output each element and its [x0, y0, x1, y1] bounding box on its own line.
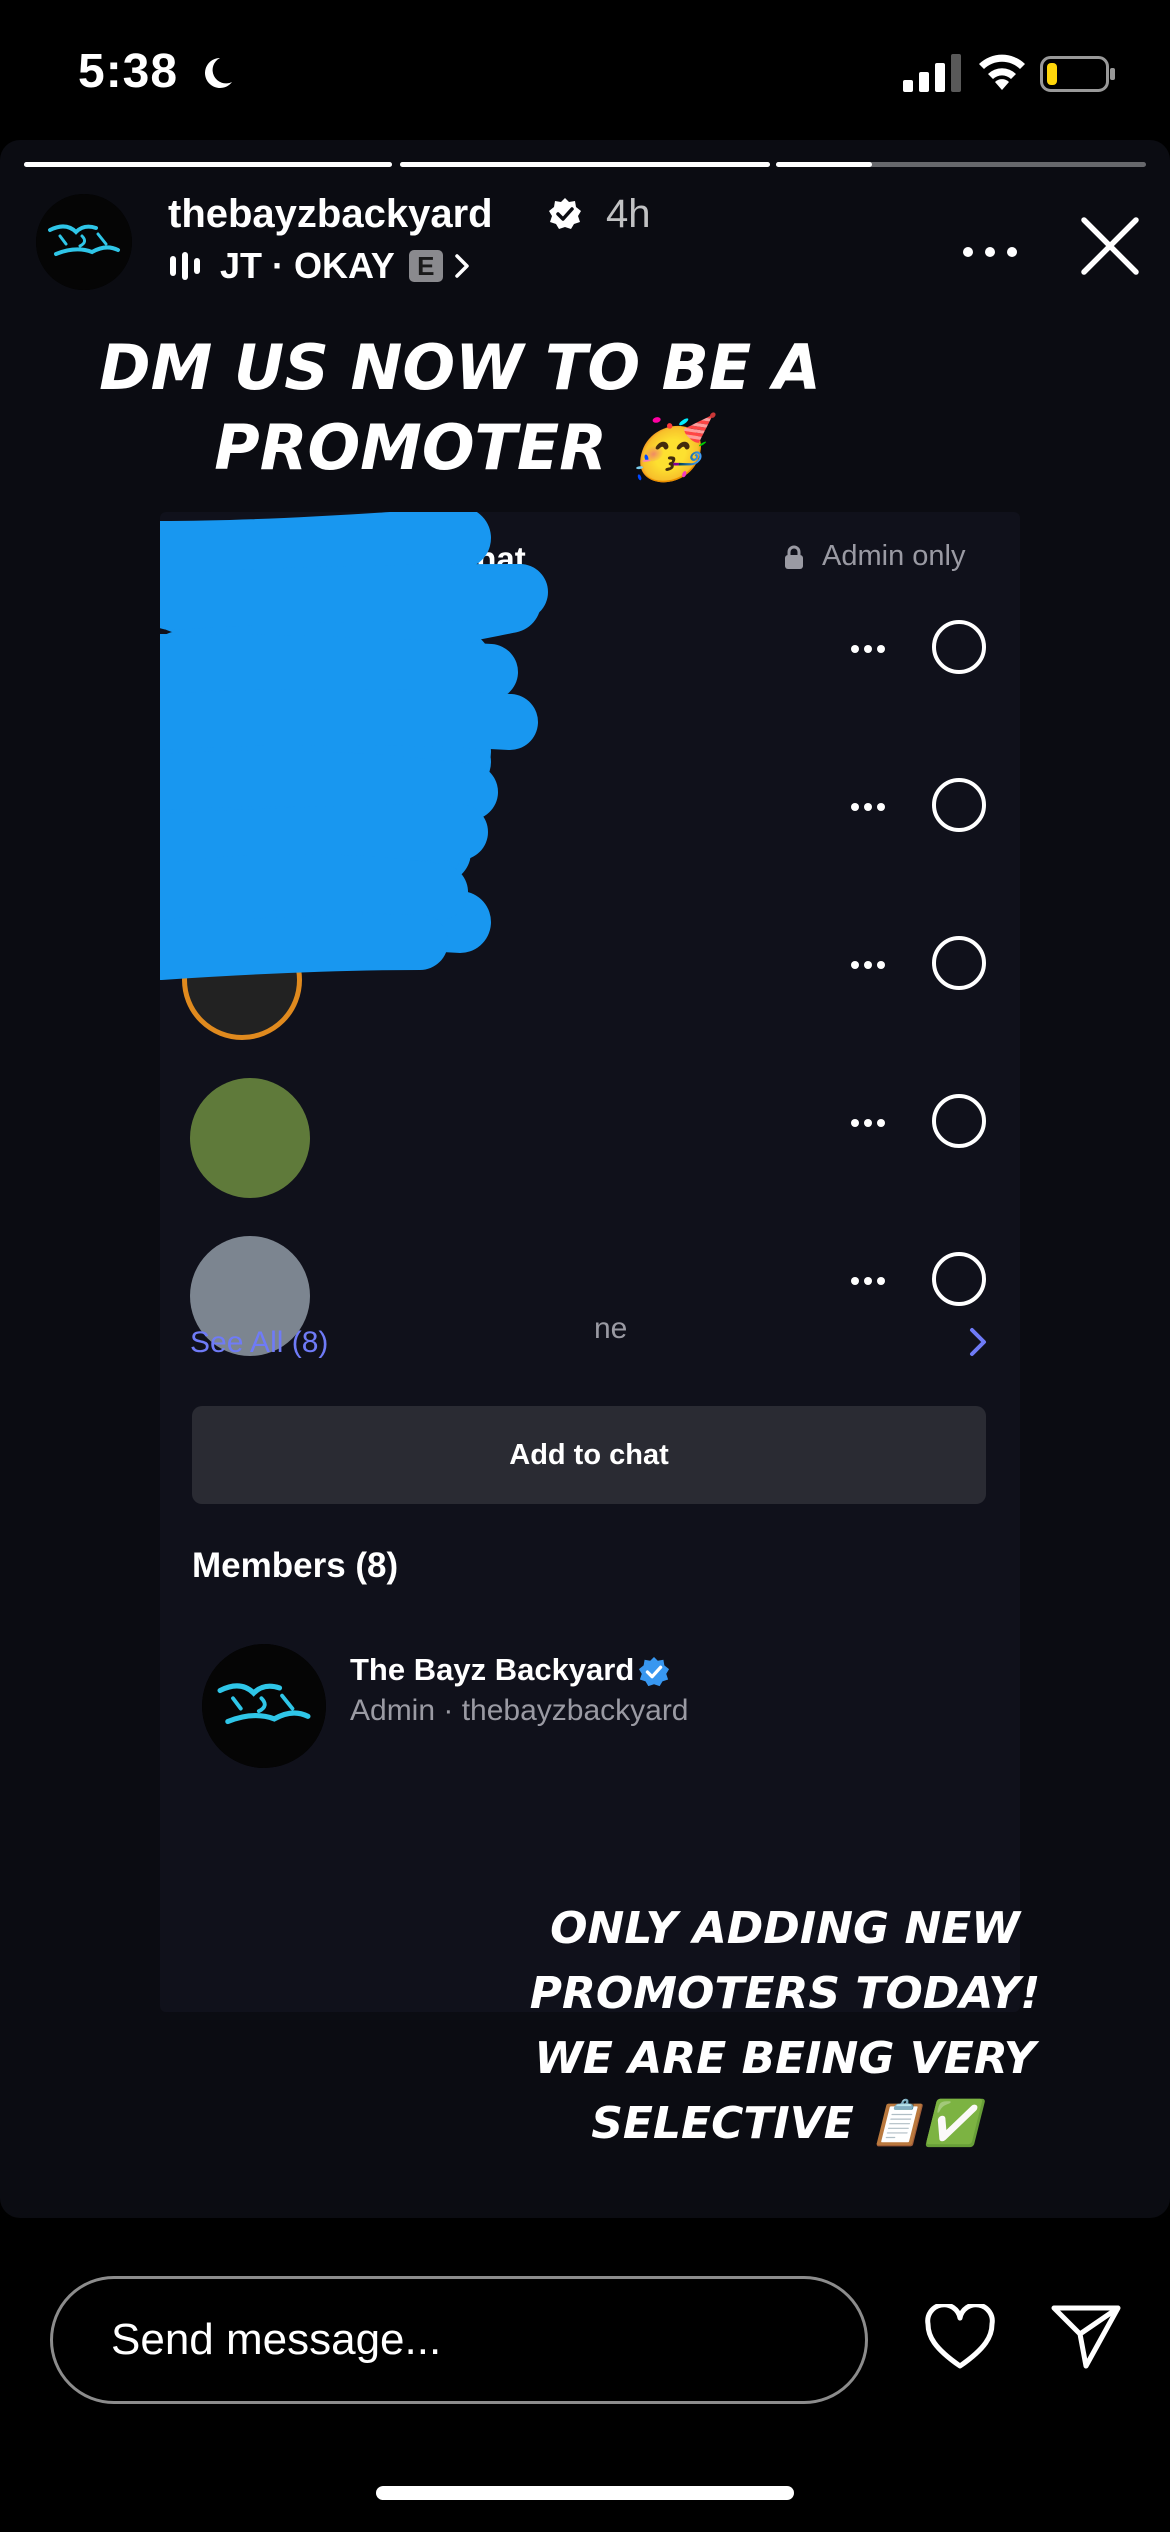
story-progress-segment	[24, 162, 392, 167]
music-artist: JT	[220, 245, 263, 286]
request-row[interactable]	[160, 584, 1020, 724]
members-title: Members (8)	[192, 1546, 399, 1585]
chevron-right-icon	[454, 254, 469, 278]
chevron-right-icon[interactable]	[968, 1326, 988, 1358]
more-options-button[interactable]	[962, 240, 1018, 264]
story-username[interactable]: thebayzbackyard	[168, 192, 493, 237]
close-icon[interactable]	[1078, 214, 1142, 278]
music-separator: ·	[272, 245, 285, 286]
chat-requests-screenshot: Requests to join chat Admin only ne See …	[160, 512, 1020, 2012]
verified-badge-icon	[549, 198, 581, 229]
select-radio[interactable]	[932, 936, 986, 990]
row-more-icon[interactable]	[850, 802, 886, 812]
battery-icon	[1040, 56, 1115, 92]
story-time-ago: 4h	[606, 192, 651, 236]
moon-icon	[205, 58, 232, 88]
request-row[interactable]	[160, 900, 1020, 1040]
select-radio[interactable]	[932, 1094, 986, 1148]
request-row[interactable]	[160, 1058, 1020, 1198]
bayz-backyard-logo	[202, 1644, 326, 1768]
row-more-icon[interactable]	[850, 1118, 886, 1128]
see-all-link[interactable]: See All (8)	[190, 1326, 328, 1360]
admin-only-label: Admin only	[822, 540, 966, 572]
story-progress-segment	[400, 162, 770, 167]
select-radio[interactable]	[932, 1252, 986, 1306]
verified-badge-icon	[638, 1656, 670, 1687]
request-subtitle-fragment: ne	[594, 1312, 628, 1345]
request-row[interactable]	[160, 742, 1020, 882]
progress-fill	[776, 162, 873, 167]
wifi-icon	[979, 54, 1025, 90]
progress-fill	[400, 162, 770, 167]
select-radio[interactable]	[932, 778, 986, 832]
bayz-backyard-logo	[36, 194, 132, 290]
member-subtitle: Admin · thebayzbackyard	[350, 1694, 689, 1727]
admin-only-indicator: Admin only	[784, 540, 965, 573]
row-more-icon[interactable]	[850, 644, 886, 654]
request-avatar	[190, 762, 310, 882]
requests-title: Requests to join chat	[192, 540, 526, 577]
story-author-avatar[interactable]	[36, 194, 132, 290]
audio-bars-icon	[170, 252, 200, 280]
member-avatar[interactable]	[202, 1644, 326, 1768]
cellular-signal-icon	[903, 54, 961, 92]
home-indicator[interactable]	[376, 2486, 794, 2500]
story-headline-top: DM US NOW TO BE A PROMOTER 🥳	[99, 331, 821, 484]
status-time: 5:38	[78, 45, 179, 98]
request-avatar	[190, 1078, 310, 1198]
request-avatar	[190, 604, 310, 724]
story-progress-segment	[776, 162, 1146, 167]
row-more-icon[interactable]	[850, 960, 886, 970]
request-row[interactable]: ne	[160, 1216, 1020, 1356]
story-viewer[interactable]: thebayzbackyard 4h JT · OKAY E DM US NOW…	[0, 140, 1170, 2218]
select-radio[interactable]	[932, 620, 986, 674]
progress-fill	[24, 162, 392, 167]
send-message-input[interactable]	[50, 2276, 868, 2404]
music-title: OKAY	[294, 245, 395, 286]
member-name[interactable]: The Bayz Backyard	[350, 1652, 634, 1688]
story-music-attribution[interactable]: JT · OKAY E	[170, 245, 471, 286]
add-to-chat-button[interactable]: Add to chat	[192, 1406, 986, 1504]
send-icon[interactable]	[1050, 2302, 1122, 2370]
explicit-badge: E	[408, 250, 443, 282]
story-headline-bottom: ONLY ADDING NEW PROMOTERS TODAY! WE ARE …	[529, 1903, 1041, 2149]
status-bar: 5:38	[0, 0, 1170, 140]
heart-icon[interactable]	[924, 2304, 996, 2370]
lock-icon	[785, 545, 803, 569]
request-avatar	[182, 920, 302, 1040]
row-more-icon[interactable]	[850, 1276, 886, 1286]
